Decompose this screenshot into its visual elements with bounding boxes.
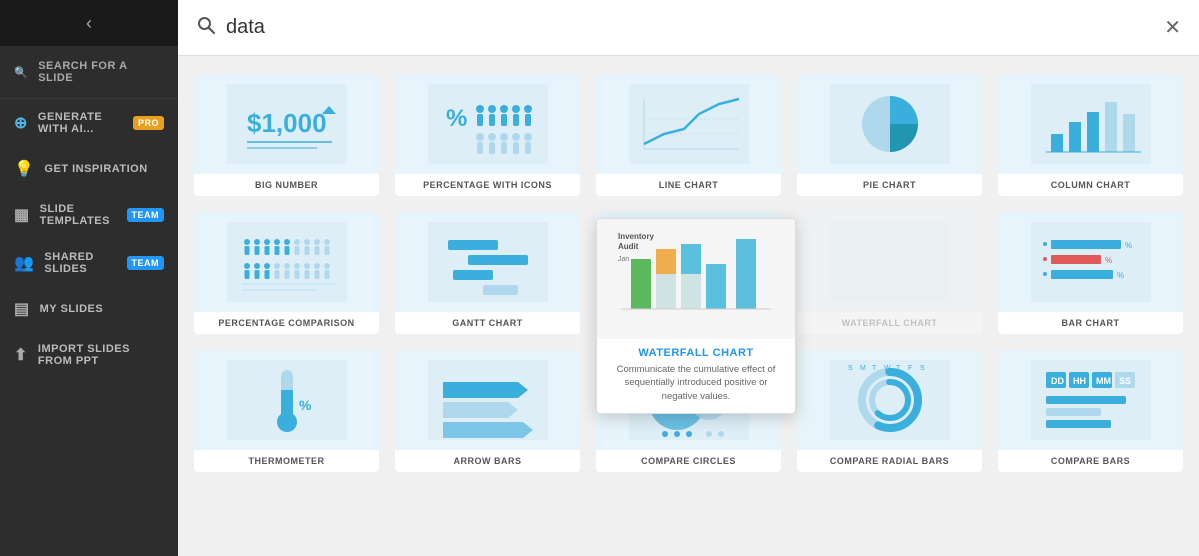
search-icon: 🔍 (14, 66, 28, 79)
label-compare-radial: COMPARE RADIAL BARS (826, 450, 953, 472)
search-bar-icon (196, 15, 216, 40)
team-badge-templates: TEAM (127, 208, 165, 222)
sidebar-item-my-slides[interactable]: ▤ MY SLIDES (0, 287, 178, 331)
sidebar-item-inspiration[interactable]: 💡 GET INSPIRATION (0, 147, 178, 191)
label-percentage-icons: PERCENTAGE WITH ICONS (419, 174, 556, 196)
sidebar-inspiration-label: GET INSPIRATION (44, 163, 164, 175)
waterfall-tooltip: Inventory Audit Jan WATERFALL CHART Comm… (596, 218, 796, 414)
chevron-left-icon: ‹ (86, 13, 92, 34)
card-waterfall-chart[interactable]: WATERFALL CHART (797, 212, 982, 334)
label-percentage-comparison: PERCENTAGE COMPARISON (214, 312, 358, 334)
svg-text:%: % (1117, 271, 1124, 280)
sidebar-item-generate-ai[interactable]: ⊕ GENERATE WITH AI... PRO (0, 99, 178, 147)
thumb-big-number: $1,000 (194, 74, 379, 174)
shared-slides-icon: 👥 (14, 253, 34, 273)
svg-text:Audit: Audit (618, 242, 639, 251)
tooltip-thumb: Inventory Audit Jan (597, 219, 795, 339)
thumb-percentage-icons: % (395, 74, 580, 174)
thumb-compare-radial: S M T W T F S (797, 350, 982, 450)
label-big-number: BIG NUMBER (251, 174, 322, 196)
svg-text:%: % (1125, 241, 1132, 250)
thumb-bar-chart: % % % (998, 212, 1183, 312)
card-arrow-bars[interactable]: ARROW BARS (395, 350, 580, 472)
label-gantt-chart: GANTT CHART (448, 312, 527, 334)
svg-text:SS: SS (1119, 376, 1131, 386)
svg-text:S: S (848, 365, 853, 372)
thumb-thermometer: % (194, 350, 379, 450)
card-thermometer[interactable]: % THERMOMETER (194, 350, 379, 472)
search-bar: ✕ (178, 0, 1199, 56)
label-compare-bars: COMPARE BARS (1047, 450, 1134, 472)
svg-text:M: M (860, 365, 866, 372)
my-slides-icon: ▤ (14, 299, 30, 319)
pro-badge: PRO (133, 116, 164, 130)
svg-text:S: S (920, 365, 925, 372)
slide-templates-icon: ▦ (14, 205, 30, 225)
sidebar-collapse-button[interactable]: ‹ (0, 0, 178, 46)
label-waterfall-chart: WATERFALL CHART (838, 312, 942, 334)
sidebar-templates-label: SLIDE TEMPLATES (40, 203, 117, 227)
thumb-column-chart (998, 74, 1183, 174)
label-compare-circles: COMPARE CIRCLES (637, 450, 740, 472)
svg-text:MM: MM (1096, 376, 1111, 386)
card-percentage-icons[interactable]: % (395, 74, 580, 196)
sidebar-item-shared-slides[interactable]: 👥 SHARED SLIDES TEAM (0, 239, 178, 287)
label-pie-chart: PIE CHART (859, 174, 920, 196)
label-bar-chart: BAR CHART (1058, 312, 1124, 334)
label-line-chart: LINE CHART (655, 174, 723, 196)
thumb-line-chart (596, 74, 781, 174)
card-compare-bars[interactable]: DD HH MM SS COMPARE BARS (998, 350, 1183, 472)
card-big-number[interactable]: $1,000 BIG NUMBER (194, 74, 379, 196)
label-column-chart: COLUMN CHART (1047, 174, 1135, 196)
svg-text:T: T (872, 365, 877, 372)
search-input[interactable] (226, 16, 1154, 39)
svg-text:%: % (299, 397, 312, 413)
thumb-compare-bars: DD HH MM SS (998, 350, 1183, 450)
sidebar-import-label: IMPORT SLIDES FROM PPT (38, 343, 164, 367)
sidebar: ‹ 🔍 SEARCH FOR A SLIDE ⊕ GENERATE WITH A… (0, 0, 178, 556)
tooltip-title: WATERFALL CHART (597, 339, 795, 363)
card-column-chart[interactable]: COLUMN CHART (998, 74, 1183, 196)
card-compare-radial[interactable]: S M T W T F S COMPARE RADIAL BARS (797, 350, 982, 472)
svg-text:Jan: Jan (618, 256, 629, 263)
sidebar-search-label: SEARCH FOR A SLIDE (38, 60, 164, 84)
sidebar-item-import-ppt[interactable]: ⬆ IMPORT SLIDES FROM PPT (0, 331, 178, 379)
card-line-chart[interactable]: LINE CHART (596, 74, 781, 196)
thumb-gantt-chart (395, 212, 580, 312)
card-pie-chart[interactable]: PIE CHART (797, 74, 982, 196)
close-icon[interactable]: ✕ (1164, 15, 1181, 40)
generate-ai-icon: ⊕ (14, 113, 28, 133)
thumb-percentage-comparison (194, 212, 379, 312)
sidebar-item-search[interactable]: 🔍 SEARCH FOR A SLIDE (0, 46, 178, 99)
team-badge-shared: TEAM (127, 256, 165, 270)
sidebar-item-slide-templates[interactable]: ▦ SLIDE TEMPLATES TEAM (0, 191, 178, 239)
label-arrow-bars: ARROW BARS (450, 450, 526, 472)
svg-text:Inventory: Inventory (618, 232, 655, 241)
svg-text:F: F (908, 365, 912, 372)
thumb-waterfall-chart (797, 212, 982, 312)
thumb-pie-chart (797, 74, 982, 174)
sidebar-generate-label: GENERATE WITH AI... (38, 111, 123, 135)
sidebar-myslides-label: MY SLIDES (40, 303, 164, 315)
thumb-arrow-bars (395, 350, 580, 450)
svg-text:%: % (1105, 256, 1112, 265)
tooltip-description: Communicate the cumulative effect of seq… (597, 363, 795, 413)
svg-text:HH: HH (1073, 376, 1086, 386)
inspiration-icon: 💡 (14, 159, 34, 179)
svg-text:DD: DD (1051, 376, 1064, 386)
svg-text:%: % (446, 105, 467, 132)
svg-text:$1,000: $1,000 (247, 108, 327, 138)
import-ppt-icon: ⬆ (14, 345, 28, 365)
sidebar-shared-label: SHARED SLIDES (44, 251, 116, 275)
card-gantt-chart[interactable]: GANTT CHART (395, 212, 580, 334)
card-percentage-comparison[interactable]: PERCENTAGE COMPARISON (194, 212, 379, 334)
svg-text:W: W (884, 365, 891, 372)
svg-text:T: T (896, 365, 901, 372)
label-thermometer: THERMOMETER (245, 450, 329, 472)
card-bar-chart[interactable]: % % % BAR CHART (998, 212, 1183, 334)
